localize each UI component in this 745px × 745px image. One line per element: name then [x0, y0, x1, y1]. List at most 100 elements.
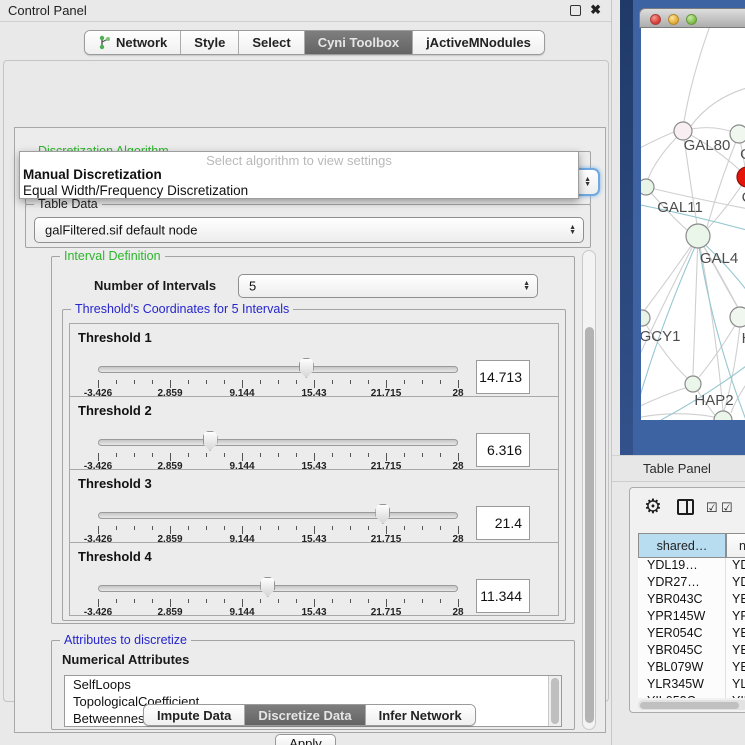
tab-cyni-toolbox[interactable]: Cyni Toolbox: [305, 31, 413, 54]
cell-shared-name[interactable]: YIL052C: [638, 694, 726, 698]
panel-scrollbar-thumb[interactable]: [585, 327, 594, 723]
table-row[interactable]: YBL079WYBL0: [638, 660, 745, 677]
control-panel-titlebar: Control Panel ✖: [0, 0, 611, 22]
threshold-value-field[interactable]: 21.4: [476, 506, 530, 540]
gear-icon[interactable]: ⚙: [644, 494, 662, 519]
cell-name[interactable]: YER0: [726, 626, 745, 643]
network-node[interactable]: [685, 376, 701, 392]
table-horizontal-scrollbar[interactable]: [638, 700, 745, 710]
panel-scrollbar[interactable]: [582, 250, 596, 730]
network-node[interactable]: [730, 307, 745, 327]
network-node[interactable]: [641, 179, 654, 195]
algorithm-popup: Select algorithm to view settings Manual…: [19, 151, 579, 199]
threshold-value-field[interactable]: 14.713: [476, 360, 530, 394]
slider-handle[interactable]: [203, 431, 218, 451]
close-icon[interactable]: ✖: [590, 2, 601, 18]
checkbox-icon[interactable]: ☑: [706, 500, 718, 516]
network-node[interactable]: [730, 125, 745, 143]
tab-label: Impute Data: [157, 708, 231, 723]
tab-style[interactable]: Style: [181, 31, 239, 54]
column-header-name[interactable]: na: [726, 533, 745, 558]
threshold-slider[interactable]: -3.4262.8599.14415.4321.71528: [98, 543, 458, 617]
threshold-slider[interactable]: -3.4262.8599.14415.4321.71528: [98, 397, 458, 471]
network-window-titlebar[interactable]: [639, 8, 745, 28]
table-data-group-title: Table Data: [34, 197, 102, 211]
slider-handle[interactable]: [299, 358, 314, 378]
threshold-value-field[interactable]: 11.344: [476, 579, 530, 613]
table-scrollbar-thumb[interactable]: [640, 702, 739, 709]
slider-track[interactable]: [98, 439, 458, 446]
cell-shared-name[interactable]: YPR145W: [638, 609, 726, 626]
cell-name[interactable]: YBR0: [726, 592, 745, 609]
slider-track[interactable]: [98, 512, 458, 519]
cell-name[interactable]: YDL1: [726, 558, 745, 575]
network-node[interactable]: [641, 310, 650, 326]
tab-discretize-data[interactable]: Discretize Data: [245, 705, 365, 725]
tab-jactivemnodules[interactable]: jActiveMNodules: [413, 31, 544, 54]
table-row[interactable]: YDR27…YDR2: [638, 575, 745, 592]
attributes-scrollbar[interactable]: [548, 676, 561, 726]
tab-network[interactable]: Network: [85, 31, 181, 54]
table-row[interactable]: YBR043CYBR0: [638, 592, 745, 609]
tab-impute-data[interactable]: Impute Data: [144, 705, 245, 725]
network-node[interactable]: [737, 167, 745, 187]
table-row[interactable]: YLR345WYLR3: [638, 677, 745, 694]
network-window-frame: GAL80GACGAL11GAL4GCY1HHAP2: [620, 0, 745, 455]
column-header-shared-name[interactable]: shared…: [638, 533, 726, 558]
network-node[interactable]: [714, 411, 732, 420]
threshold-block: Threshold 1-3.4262.8599.14415.4321.71528…: [69, 323, 559, 397]
tab-infer-network[interactable]: Infer Network: [366, 705, 475, 725]
cell-name[interactable]: YLR3: [726, 677, 745, 694]
tab-label: Style: [194, 35, 225, 50]
slider-track[interactable]: [98, 366, 458, 373]
cell-shared-name[interactable]: YDL19…: [638, 558, 726, 575]
table-row[interactable]: YPR145WYPR1: [638, 609, 745, 626]
network-canvas[interactable]: GAL80GACGAL11GAL4GCY1HHAP2: [641, 28, 745, 420]
threshold-slider[interactable]: -3.4262.8599.14415.4321.71528: [98, 324, 458, 398]
cell-name[interactable]: YPR1: [726, 609, 745, 626]
cell-name[interactable]: YDR2: [726, 575, 745, 592]
network-node-label: GAL80: [684, 137, 731, 154]
zoom-traffic-light[interactable]: [686, 14, 697, 25]
table-row[interactable]: YER054CYER0: [638, 626, 745, 643]
cell-name[interactable]: YBL0: [726, 660, 745, 677]
slider-handle[interactable]: [375, 504, 390, 524]
cell-shared-name[interactable]: YBR045C: [638, 643, 726, 660]
table-row[interactable]: YIL052CYIL0: [638, 694, 745, 698]
network-edges: [641, 28, 745, 420]
top-tab-bar: Network Style Select Cyni Toolbox jActiv…: [84, 30, 545, 55]
cell-name[interactable]: YBR0: [726, 643, 745, 660]
checkbox-icon[interactable]: ☑: [721, 500, 733, 516]
spinner-arrows-icon: ▲▼: [523, 281, 530, 291]
threshold-slider[interactable]: -3.4262.8599.14415.4321.71528: [98, 470, 458, 544]
interval-definition-title: Interval Definition: [60, 249, 165, 263]
attribute-list-item[interactable]: SelfLoops: [65, 676, 561, 693]
float-icon[interactable]: [570, 5, 581, 16]
network-node-label: C: [742, 189, 745, 206]
control-panel-title: Control Panel: [8, 3, 87, 18]
column-layout-icon[interactable]: [677, 499, 694, 515]
cell-shared-name[interactable]: YDR27…: [638, 575, 726, 592]
table-row[interactable]: YDL19…YDL1: [638, 558, 745, 575]
cell-shared-name[interactable]: YLR345W: [638, 677, 726, 694]
cell-shared-name[interactable]: YER054C: [638, 626, 726, 643]
network-node-label: GCY1: [641, 328, 680, 345]
network-node[interactable]: [686, 224, 710, 248]
table-data-combobox[interactable]: galFiltered.sif default node ▲▼: [34, 217, 584, 243]
slider-handle[interactable]: [260, 577, 275, 597]
cell-shared-name[interactable]: YBR043C: [638, 592, 726, 609]
cell-shared-name[interactable]: YBL079W: [638, 660, 726, 677]
apply-button[interactable]: Apply: [275, 734, 336, 745]
slider-track[interactable]: [98, 585, 458, 592]
number-of-intervals-combobox[interactable]: 5 ▲▼: [238, 274, 538, 298]
tab-select[interactable]: Select: [239, 31, 304, 54]
table-row[interactable]: YBR045CYBR0: [638, 643, 745, 660]
minimize-traffic-light[interactable]: [668, 14, 679, 25]
cell-name[interactable]: YIL0: [726, 694, 745, 698]
attributes-group-title: Attributes to discretize: [60, 633, 191, 647]
tab-label: Discretize Data: [258, 708, 351, 723]
threshold-value-field[interactable]: 6.316: [476, 433, 530, 467]
close-traffic-light[interactable]: [650, 14, 661, 25]
popup-item-equal-width[interactable]: Equal Width/Frequency Discretization: [23, 183, 248, 198]
popup-item-manual-discretization[interactable]: Manual Discretization: [23, 167, 162, 182]
